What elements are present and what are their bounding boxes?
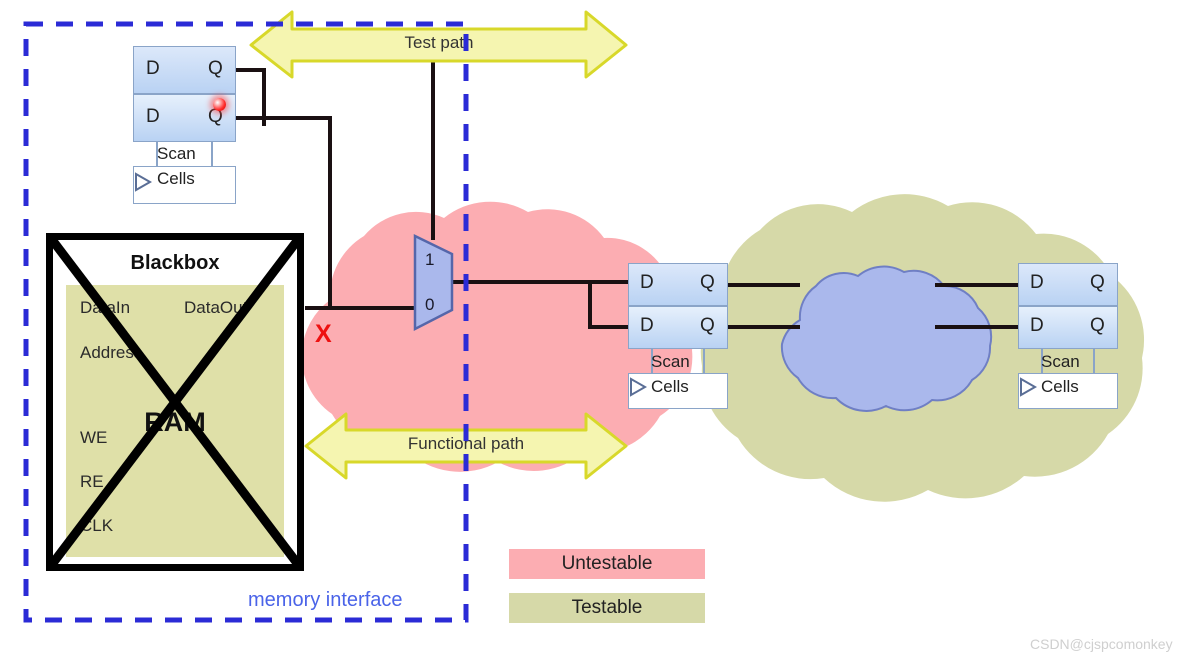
- scan-label-line1: Scan: [157, 144, 196, 163]
- legend-label-untestable: Untestable: [561, 553, 653, 574]
- scan-label-line2: Cells: [651, 377, 689, 396]
- watermark: CSDN@cjspcomonkey: [1030, 636, 1173, 652]
- ff-top-q-label: Q: [208, 58, 223, 79]
- scan-label-line2: Cells: [1041, 377, 1079, 396]
- ff-top-q-label: Q: [1090, 272, 1105, 293]
- mux-input-0-label: 0: [425, 295, 435, 314]
- ff-top-d-label: D: [640, 272, 654, 293]
- ff-top-q-label: Q: [700, 272, 715, 293]
- mux-input-1-label: 1: [425, 250, 435, 269]
- ff-bottom-q-label: Q: [700, 315, 715, 336]
- ff-bottom-d-label: D: [146, 106, 160, 127]
- ff-bottom-d-label: D: [640, 315, 654, 336]
- ff-top-d-label: D: [146, 58, 160, 79]
- red-dot-marker-icon: [213, 98, 226, 111]
- ff-bottom-q-label: Q: [1090, 315, 1105, 336]
- legend-label-testable: Testable: [571, 597, 643, 618]
- ff-bottom-d-label: D: [1030, 315, 1044, 336]
- scan-label-line1: Scan: [1041, 352, 1080, 371]
- ff-top-d-label: D: [1030, 272, 1044, 293]
- diagram-canvas: Test path Functional path memory interfa…: [0, 0, 1203, 665]
- scan-label-line1: Scan: [651, 352, 690, 371]
- scan-label-line2: Cells: [157, 169, 195, 188]
